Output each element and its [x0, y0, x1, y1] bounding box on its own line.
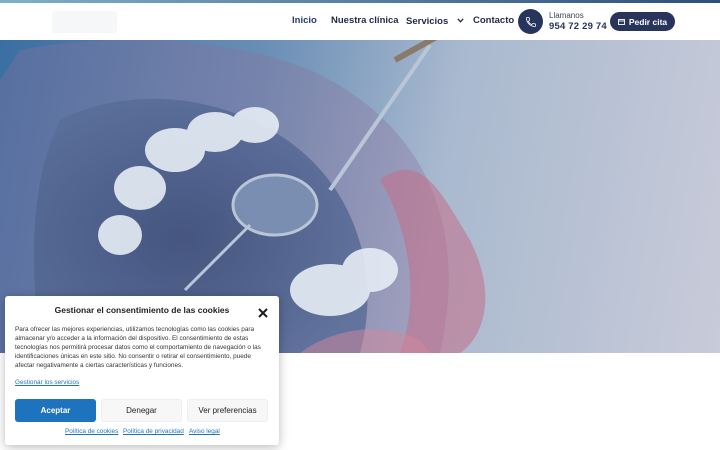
nav-item-contacto[interactable]: Contacto: [473, 15, 514, 26]
phone-icon[interactable]: [518, 9, 543, 34]
cookie-banner-text: Para ofrecer las mejores experiencias, u…: [15, 326, 261, 370]
cookie-consent-banner: Gestionar el consentimiento de las cooki…: [5, 296, 279, 445]
call-label: Llamanos: [549, 11, 584, 20]
manage-services-link[interactable]: Gestionar los servicios: [15, 379, 79, 386]
site-header: Inicio Nuestra clínica Servicios Contact…: [0, 3, 720, 40]
deny-button[interactable]: Denegar: [101, 399, 182, 422]
nav-item-servicios-label: Servicios: [406, 16, 449, 27]
privacy-policy-link[interactable]: Política de privacidad: [123, 428, 184, 435]
chevron-down-icon: [457, 15, 464, 26]
legal-notice-link[interactable]: Aviso legal: [189, 428, 220, 435]
nav-item-inicio[interactable]: Inicio: [292, 15, 317, 26]
nav-item-nuestra-clinica[interactable]: Nuestra clínica: [331, 15, 399, 26]
nav-item-servicios[interactable]: Servicios: [406, 15, 464, 27]
view-preferences-button[interactable]: Ver preferencias: [187, 399, 268, 422]
cookie-banner-title: Gestionar el consentimiento de las cooki…: [54, 305, 230, 315]
book-appointment-button[interactable]: Pedir cita: [610, 12, 675, 31]
accept-button[interactable]: Aceptar: [15, 399, 96, 422]
calendar-icon: [617, 17, 625, 27]
call-number[interactable]: 954 72 29 74: [549, 21, 607, 32]
cookie-policy-link[interactable]: Política de cookies: [65, 428, 118, 435]
close-icon[interactable]: [258, 305, 268, 318]
book-appointment-label: Pedir cita: [628, 16, 668, 27]
site-logo[interactable]: [52, 11, 117, 33]
